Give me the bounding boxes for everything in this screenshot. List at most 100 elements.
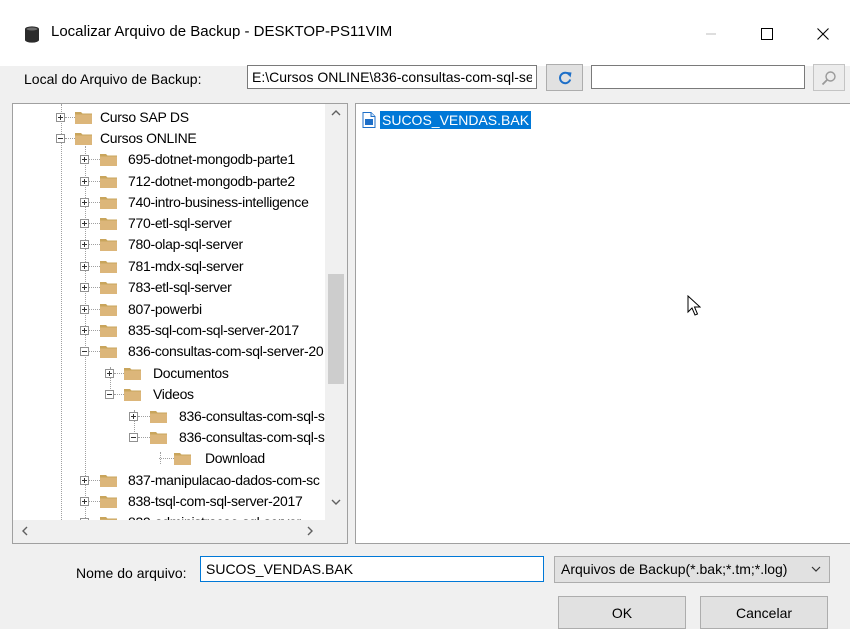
tree-connector (114, 373, 124, 375)
tree-item-label: 836-consultas-com-sql-s (179, 408, 325, 424)
expand-toggle-icon[interactable] (80, 283, 89, 292)
expand-toggle-icon[interactable] (80, 219, 89, 228)
expand-toggle-icon[interactable] (129, 412, 138, 421)
refresh-button[interactable] (546, 64, 583, 91)
file-type-select[interactable]: Arquivos de Backup(*.bak;*.tm;*.log) (554, 556, 830, 583)
folder-icon (100, 304, 117, 316)
collapse-toggle-icon[interactable] (80, 347, 89, 356)
expand-toggle-icon[interactable] (105, 369, 114, 378)
tree-item[interactable]: 807-powerbi (13, 300, 325, 321)
tree-connector (89, 480, 100, 482)
refresh-icon (558, 71, 571, 84)
tree-connector (89, 159, 100, 161)
folder-icon (174, 453, 191, 465)
collapse-toggle-icon[interactable] (129, 433, 138, 442)
search-button[interactable] (813, 64, 845, 91)
tree-item[interactable]: Videos (13, 385, 325, 406)
file-list[interactable]: SUCOS_VENDAS.BAK (355, 103, 850, 544)
tree-connector (89, 330, 100, 332)
file-name: SUCOS_VENDAS.BAK (380, 111, 532, 129)
tree-connector (89, 309, 100, 311)
tree-connector (138, 437, 150, 439)
tree-connector (114, 394, 124, 396)
tree-item[interactable]: 838-tsql-com-sql-server-2017 (13, 492, 325, 513)
scroll-down-icon[interactable] (331, 499, 341, 505)
tree-item[interactable]: 781-mdx-sql-server (13, 257, 325, 278)
folder-icon (100, 197, 117, 209)
file-icon (362, 112, 376, 128)
tree-item[interactable]: 783-etl-sql-server (13, 278, 325, 299)
tree-item-label: 807-powerbi (128, 301, 202, 317)
tree-item-label: 740-intro-business-intelligence (128, 194, 309, 210)
expand-toggle-icon[interactable] (80, 305, 89, 314)
expand-toggle-icon[interactable] (56, 113, 65, 122)
tree-item-label: 712-dotnet-mongodb-parte2 (128, 173, 295, 189)
file-name-label: Nome do arquivo: (76, 565, 187, 581)
tree-item[interactable]: Documentos (13, 364, 325, 385)
minimize-button[interactable] (688, 14, 734, 54)
scroll-left-icon[interactable] (22, 526, 28, 536)
tree-item[interactable]: Download (13, 449, 325, 470)
folder-icon (100, 282, 117, 294)
tree-item[interactable]: 780-olap-sql-server (13, 235, 325, 256)
tree-item-label: 836-consultas-com-sql-s (179, 429, 325, 445)
cancel-button[interactable]: Cancelar (700, 596, 828, 629)
folder-icon (100, 154, 117, 166)
tree-item[interactable]: Cursos ONLINE (13, 129, 325, 150)
tree-item[interactable]: 740-intro-business-intelligence (13, 193, 325, 214)
tree-item-label: Curso SAP DS (100, 109, 189, 125)
chevron-down-icon (811, 566, 821, 572)
expand-toggle-icon[interactable] (80, 476, 89, 485)
mouse-cursor-icon (687, 295, 701, 316)
tree-item-label: 781-mdx-sql-server (128, 258, 244, 274)
folder-tree[interactable]: Curso SAP DS Cursos ONLINE 695-dotnet-mong… (12, 103, 348, 544)
tree-item[interactable]: Curso SAP DS (13, 108, 325, 129)
tree-connector (89, 266, 100, 268)
tree-item[interactable]: 836-consultas-com-sql-server-20 (13, 342, 325, 363)
expand-toggle-icon[interactable] (80, 198, 89, 207)
close-icon (817, 28, 829, 40)
tree-item-label: 783-etl-sql-server (128, 279, 232, 295)
folder-icon (124, 389, 141, 401)
expand-toggle-icon[interactable] (80, 155, 89, 164)
maximize-button[interactable] (744, 14, 790, 54)
maximize-icon (761, 28, 773, 40)
tree-horizontal-scrollbar[interactable] (13, 520, 325, 543)
expand-toggle-icon[interactable] (80, 262, 89, 271)
close-button[interactable] (800, 14, 846, 54)
scroll-right-icon[interactable] (307, 526, 313, 536)
tree-item-label: Cursos ONLINE (100, 130, 197, 146)
tree-item[interactable]: 839-administracao-sql-server (13, 513, 325, 520)
folder-icon (100, 346, 117, 358)
tree-item[interactable]: 837-manipulacao-dados-com-sc (13, 471, 325, 492)
folder-icon (100, 239, 117, 251)
expand-toggle-icon[interactable] (80, 326, 89, 335)
title-bar: Localizar Arquivo de Backup - DESKTOP-PS… (0, 0, 850, 66)
collapse-toggle-icon[interactable] (56, 134, 65, 143)
tree-vertical-scrollbar[interactable] (325, 104, 347, 520)
expand-toggle-icon[interactable] (80, 177, 89, 186)
tree-item-label: 837-manipulacao-dados-com-sc (128, 472, 320, 488)
tree-connector (89, 181, 100, 183)
backup-path-input[interactable] (247, 65, 537, 89)
tree-item-label: 780-olap-sql-server (128, 236, 243, 252)
search-input[interactable] (591, 65, 805, 89)
tree-scroll-thumb[interactable] (328, 274, 344, 384)
tree-item[interactable]: 770-etl-sql-server (13, 214, 325, 235)
file-name-input[interactable] (200, 556, 544, 582)
database-icon (25, 26, 39, 43)
folder-tree-content: Curso SAP DS Cursos ONLINE 695-dotnet-mong… (13, 104, 325, 520)
ok-button[interactable]: OK (558, 596, 686, 629)
tree-item[interactable]: 836-consultas-com-sql-s (13, 407, 325, 428)
scroll-up-icon[interactable] (331, 110, 341, 116)
expand-toggle-icon[interactable] (80, 240, 89, 249)
tree-item-label: Download (205, 450, 265, 466)
tree-item-label: 695-dotnet-mongodb-parte1 (128, 151, 295, 167)
expand-toggle-icon[interactable] (80, 497, 89, 506)
tree-item[interactable]: 695-dotnet-mongodb-parte1 (13, 150, 325, 171)
tree-item[interactable]: 835-sql-com-sql-server-2017 (13, 321, 325, 342)
collapse-toggle-icon[interactable] (105, 390, 114, 399)
tree-item[interactable]: 712-dotnet-mongodb-parte2 (13, 172, 325, 193)
tree-item[interactable]: 836-consultas-com-sql-s (13, 428, 325, 449)
tree-connector (159, 458, 174, 460)
